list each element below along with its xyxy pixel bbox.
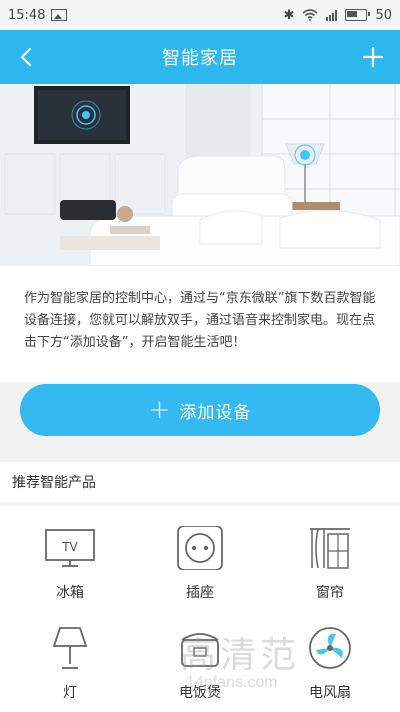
curtain-icon bbox=[310, 528, 350, 569]
intro-panel: 作为智能家居的控制中心，通过与“京东微联”旗下数百款智能设备连接，您就可以解放双… bbox=[0, 266, 400, 382]
product-socket[interactable]: 插座 bbox=[145, 525, 255, 602]
product-lamp[interactable]: 灯 bbox=[15, 626, 125, 702]
svg-text:TV: TV bbox=[61, 540, 78, 554]
wifi-icon bbox=[302, 9, 318, 21]
product-label: 电风扇 bbox=[309, 685, 351, 701]
status-bar: 15:48 ✱ 50 bbox=[0, 0, 400, 30]
lamp-icon bbox=[52, 627, 88, 669]
fan-icon bbox=[309, 627, 351, 669]
product-fan[interactable]: 电风扇 bbox=[275, 626, 385, 702]
living-room-illustration bbox=[0, 84, 400, 266]
app-header: 智能家居 bbox=[0, 30, 400, 84]
product-label: 窗帘 bbox=[316, 585, 344, 601]
socket-icon bbox=[177, 525, 223, 571]
hero-banner bbox=[0, 84, 400, 266]
product-curtain[interactable]: 窗帘 bbox=[275, 526, 385, 602]
page-title: 智能家居 bbox=[162, 48, 238, 69]
add-device-label: 添加设备 bbox=[179, 402, 252, 423]
section-header: 推荐智能产品 bbox=[0, 462, 400, 502]
status-time: 15:48 bbox=[8, 7, 46, 23]
intro-text: 作为智能家居的控制中心，通过与“京东微联”旗下数百款智能设备连接，您就可以解放双… bbox=[24, 291, 376, 350]
signal-icon bbox=[326, 9, 338, 21]
section-title: 推荐智能产品 bbox=[12, 475, 96, 491]
add-device-button[interactable]: + 添加设备 bbox=[20, 384, 380, 436]
product-rice-cooker[interactable]: 电饭煲 bbox=[145, 626, 255, 702]
back-icon[interactable] bbox=[12, 42, 42, 72]
add-icon[interactable] bbox=[358, 42, 388, 72]
product-fridge[interactable]: TV 冰箱 bbox=[15, 526, 125, 602]
product-label: 冰箱 bbox=[56, 585, 84, 601]
product-label: 灯 bbox=[63, 685, 77, 701]
product-grid: TV 冰箱 插座 窗帘 灯 电饭煲 电风扇 高清范 14pfans.com bbox=[0, 506, 400, 712]
image-notification-icon bbox=[51, 9, 68, 21]
bluetooth-icon: ✱ bbox=[283, 7, 295, 23]
battery-level: 50 bbox=[375, 7, 392, 23]
product-label: 插座 bbox=[186, 585, 214, 601]
plus-icon: + bbox=[148, 395, 172, 425]
tv-icon: TV bbox=[45, 529, 95, 567]
product-label: 电饭煲 bbox=[179, 685, 221, 701]
battery-icon bbox=[345, 9, 371, 21]
rice-cooker-icon bbox=[181, 633, 219, 667]
